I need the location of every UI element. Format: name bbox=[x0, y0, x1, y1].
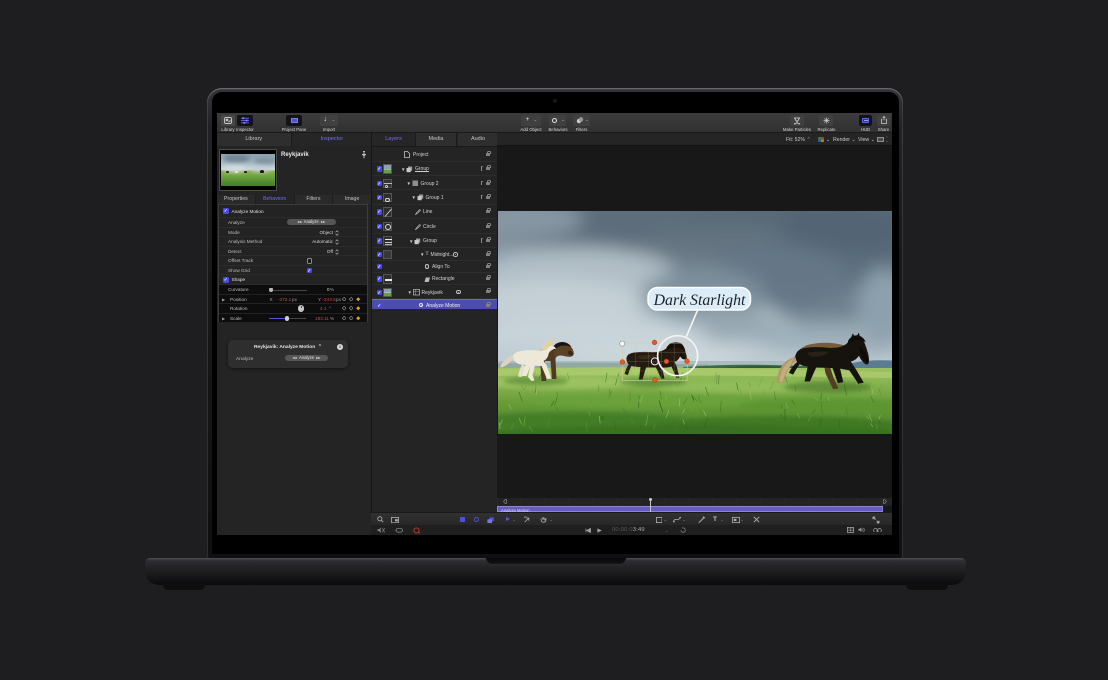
svg-text:Dark Starlight: Dark Starlight bbox=[653, 292, 746, 309]
